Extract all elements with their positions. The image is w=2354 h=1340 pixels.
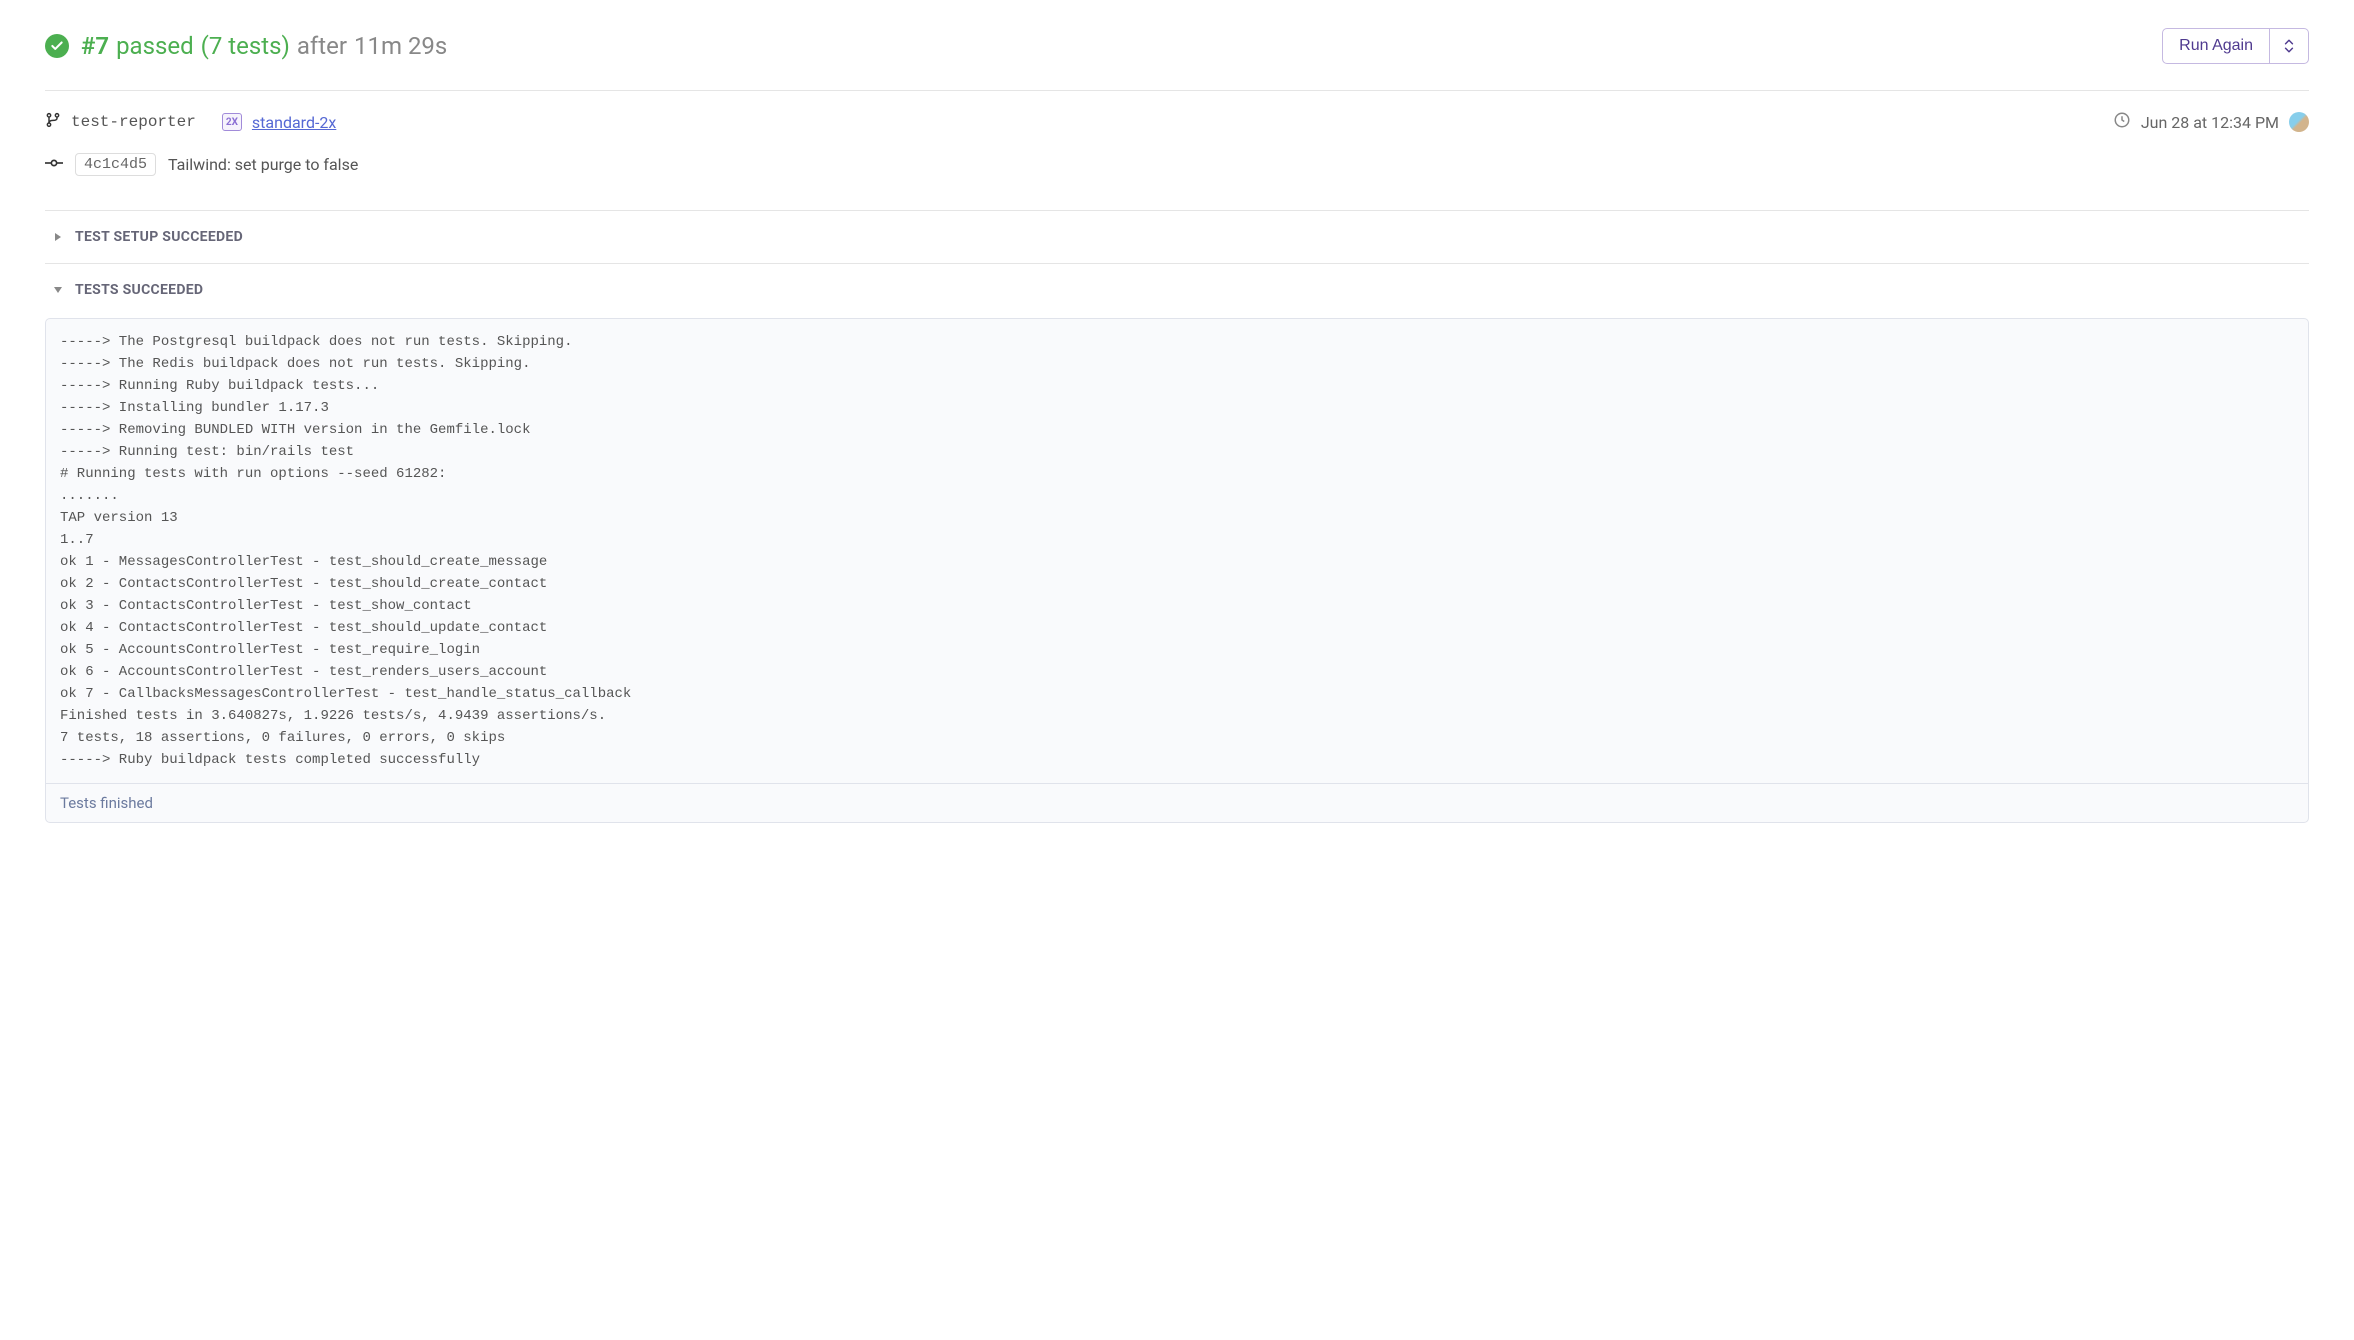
log-output[interactable]: -----> The Postgresql buildpack does not…: [46, 319, 2308, 783]
build-header: #7 passed (7 tests) after 11m 29s Run Ag…: [45, 28, 2309, 64]
build-number: #7: [81, 32, 109, 60]
timestamp: Jun 28 at 12:34 PM: [2141, 113, 2279, 132]
run-again-button[interactable]: Run Again: [2162, 28, 2270, 64]
log-panel: -----> The Postgresql buildpack does not…: [45, 318, 2309, 823]
branch-meta-row: test-reporter 2X standard-2x Jun 28 at 1…: [45, 111, 2309, 133]
tests-title: TESTS SUCCEEDED: [75, 282, 203, 298]
dyno-badge: 2X: [222, 113, 242, 131]
commit-message: Tailwind: set purge to false: [168, 155, 358, 174]
clock-icon: [2113, 111, 2131, 133]
duration: 11m 29s: [354, 32, 447, 60]
branch-icon: [45, 111, 61, 133]
status-text: passed: [116, 32, 194, 60]
run-options-dropdown[interactable]: [2270, 28, 2309, 64]
commit-row: 4c1c4d5 Tailwind: set purge to false: [45, 153, 2309, 176]
commit-icon: [45, 156, 63, 174]
test-setup-toggle[interactable]: TEST SETUP SUCCEEDED: [45, 211, 2309, 263]
log-footer: Tests finished: [46, 783, 2308, 822]
test-setup-section: TEST SETUP SUCCEEDED: [45, 210, 2309, 263]
tests-toggle[interactable]: TESTS SUCCEEDED: [45, 264, 2309, 316]
caret-right-icon: [53, 232, 63, 242]
commit-hash[interactable]: 4c1c4d5: [75, 153, 156, 176]
dyno-type-link[interactable]: standard-2x: [252, 113, 336, 132]
tests-count: (7 tests): [201, 32, 290, 60]
tests-section: TESTS SUCCEEDED -----> The Postgresql bu…: [45, 263, 2309, 823]
duration-prefix: after: [297, 32, 347, 60]
avatar[interactable]: [2289, 112, 2309, 132]
status-success-icon: [45, 34, 69, 58]
branch-name: test-reporter: [71, 113, 196, 131]
test-setup-title: TEST SETUP SUCCEEDED: [75, 229, 243, 245]
caret-down-icon: [53, 285, 63, 295]
